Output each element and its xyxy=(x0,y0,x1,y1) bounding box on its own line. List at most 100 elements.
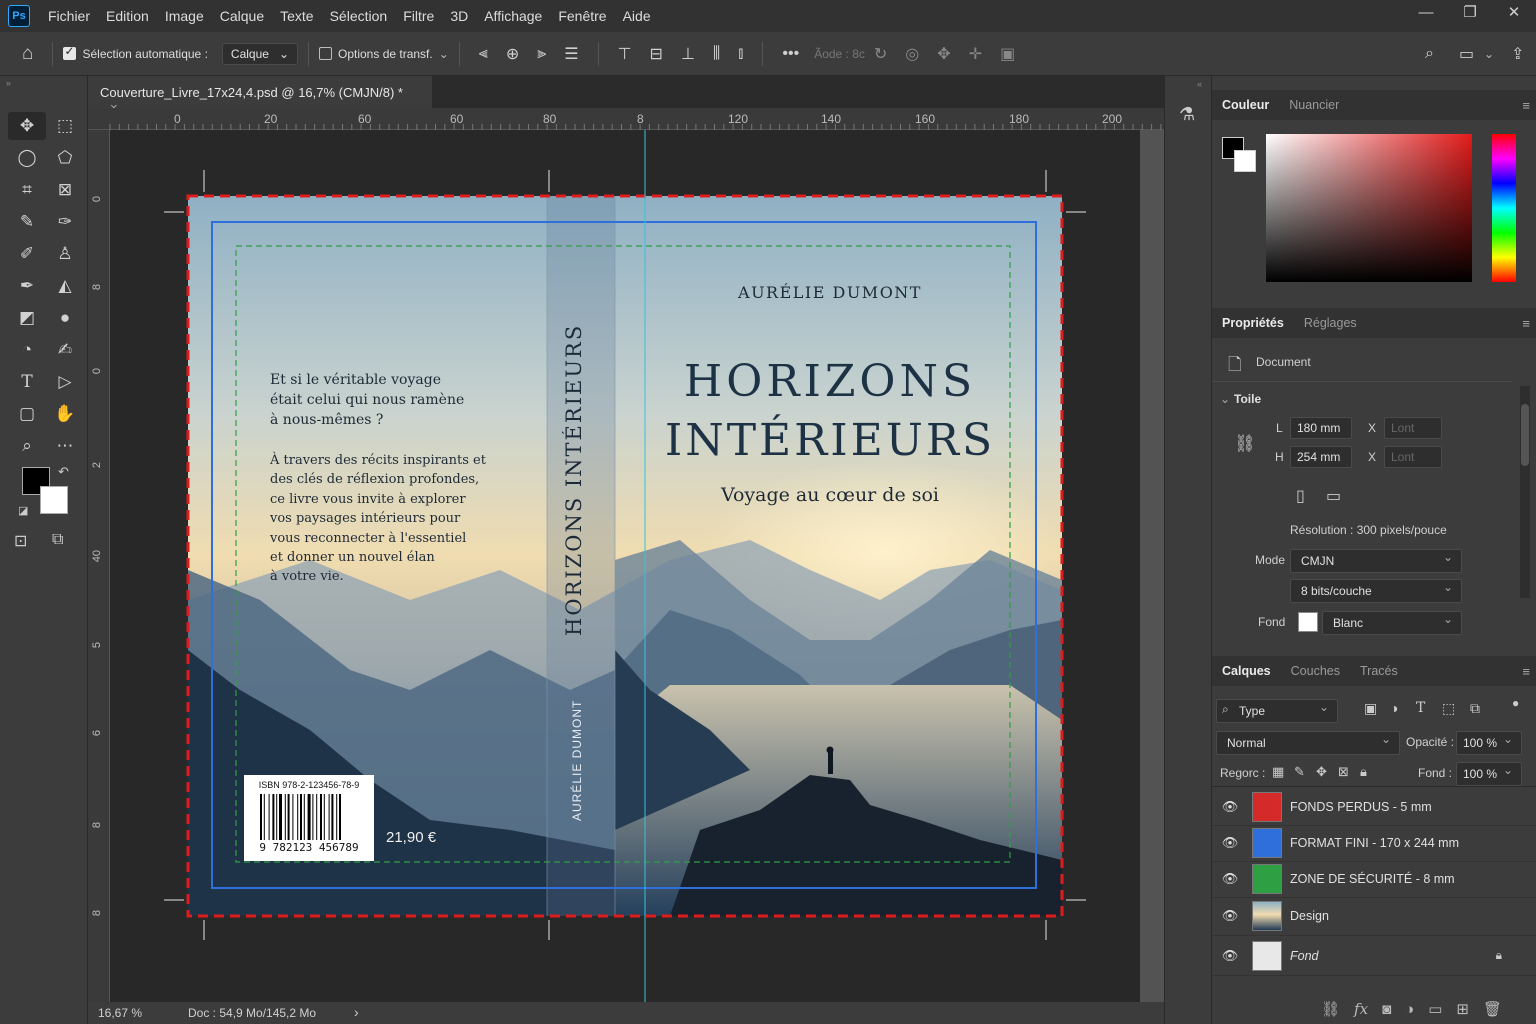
menu-calque[interactable]: Calque xyxy=(212,8,272,24)
align-left-icon[interactable]: ⫷ xyxy=(479,45,488,63)
auto-select-target-dropdown[interactable]: Calque ⌄ xyxy=(221,42,298,65)
tab-reglages[interactable]: Réglages xyxy=(1294,308,1367,338)
panel-menu-icon[interactable]: ≡ xyxy=(1522,664,1530,679)
lock-pixels-icon[interactable]: ✎ xyxy=(1294,764,1305,780)
delete-layer-icon[interactable]: 🗑︎ xyxy=(1483,1000,1502,1018)
ruler-vertical[interactable]: 0 8 0 2 40 5 6 8 8 xyxy=(88,130,110,1002)
3d-slide-icon[interactable]: ✛ xyxy=(969,44,982,64)
workspace-chevron-icon[interactable]: ⌄ xyxy=(1484,47,1494,61)
width-field[interactable]: 180 mm xyxy=(1290,417,1352,439)
visibility-eye-icon[interactable]: 👁︎ xyxy=(1212,908,1248,924)
3d-roll-icon[interactable]: ◎ xyxy=(905,44,919,64)
3d-pan-icon[interactable]: ✥ xyxy=(937,44,950,64)
menu-image[interactable]: Image xyxy=(157,8,212,24)
filter-shape-icon[interactable]: ⬚ xyxy=(1442,700,1455,717)
quick-mask-icon[interactable]: ⊡ xyxy=(14,531,27,551)
menu-3d[interactable]: 3D xyxy=(442,8,476,24)
stamp-tool-icon[interactable]: ♙ xyxy=(46,240,84,268)
menu-fenetre[interactable]: Fenêtre xyxy=(550,8,614,24)
marquee-tool-icon[interactable]: ⬚ xyxy=(46,112,84,140)
lock-position-icon[interactable]: ✥ xyxy=(1316,764,1327,780)
filter-type-icon[interactable]: T xyxy=(1416,700,1425,716)
fond-color-swatch[interactable] xyxy=(1298,612,1318,632)
minimize-button[interactable]: — xyxy=(1404,0,1448,28)
more-options-icon[interactable]: ••• xyxy=(782,45,799,63)
object-select-tool-icon[interactable]: ⬠ xyxy=(46,144,84,172)
transform-controls-checkbox[interactable] xyxy=(319,47,332,60)
visibility-eye-icon[interactable]: 👁︎ xyxy=(1212,835,1248,851)
distribute-spacing-icon[interactable]: ⫾ xyxy=(738,45,743,63)
layer-row[interactable]: 👁︎ ZONE DE SÉCURITÉ - 8 mm xyxy=(1212,860,1536,898)
3d-orbit-icon[interactable]: ↻ xyxy=(874,44,887,64)
lock-transparency-icon[interactable]: ▦ xyxy=(1272,764,1284,780)
menu-filtre[interactable]: Filtre xyxy=(395,8,442,24)
mode-select[interactable]: CMJN xyxy=(1290,549,1462,573)
toile-section-title[interactable]: Toile xyxy=(1234,392,1261,406)
layer-name[interactable]: FORMAT FINI - 170 x 244 mm xyxy=(1290,836,1459,850)
layer-row[interactable]: 👁︎ Design xyxy=(1212,896,1536,936)
ruler-horizontal[interactable]: 0 20 60 60 80 8 120 140 160 180 200 xyxy=(88,108,1164,130)
pen-tool-icon[interactable]: ✍ xyxy=(46,336,84,364)
hue-slider[interactable] xyxy=(1492,134,1516,282)
filter-adjustment-icon[interactable]: ◑ xyxy=(1390,700,1398,716)
screen-mode-icon[interactable]: ⧉ xyxy=(52,531,63,549)
fond-select[interactable]: Blanc xyxy=(1322,611,1462,635)
filter-toggle-icon[interactable]: ● xyxy=(1512,696,1519,710)
new-layer-icon[interactable]: ⊞ xyxy=(1456,1000,1469,1018)
distribute-icon[interactable]: ☰ xyxy=(564,44,578,64)
close-button[interactable]: ✕ xyxy=(1492,0,1536,28)
blur-tool-icon[interactable]: ● xyxy=(46,304,84,332)
expand-panels-icon[interactable]: « xyxy=(1197,79,1202,89)
edit-toolbar-icon[interactable]: ⋯ xyxy=(46,432,84,460)
zoom-level[interactable]: 16,67 % xyxy=(98,1006,142,1020)
book-cover-canvas[interactable] xyxy=(110,130,1140,1002)
layer-row[interactable]: 👁︎ FORMAT FINI - 170 x 244 mm xyxy=(1212,824,1536,862)
layer-name[interactable]: Design xyxy=(1290,909,1329,923)
frame-tool-icon[interactable]: ⊠ xyxy=(46,176,84,204)
search-icon[interactable]: ⌕ xyxy=(1425,45,1434,63)
layer-name[interactable]: FONDS PERDUS - 5 mm xyxy=(1290,800,1432,814)
panel-menu-icon[interactable]: ≡ xyxy=(1522,98,1530,113)
transform-chevron-icon[interactable]: ⌄ xyxy=(439,47,449,61)
swap-colors-icon[interactable]: ↶ xyxy=(58,464,69,480)
menu-fichier[interactable]: Fichier xyxy=(40,8,98,24)
new-group-icon[interactable]: ▭ xyxy=(1428,1000,1442,1018)
rectangle-tool-icon[interactable]: ▢ xyxy=(8,400,46,428)
distribute-vertical-icon[interactable]: ⫼ xyxy=(713,45,720,63)
share-icon[interactable]: ⇪ xyxy=(1511,44,1524,64)
menu-aide[interactable]: Aide xyxy=(615,8,659,24)
history-brush-tool-icon[interactable]: ✒ xyxy=(8,272,46,300)
layer-name[interactable]: ZONE DE SÉCURITÉ - 8 mm xyxy=(1290,872,1455,886)
menu-selection[interactable]: Sélection xyxy=(322,8,396,24)
move-tool-icon[interactable]: ✥ xyxy=(8,112,46,140)
align-right-icon[interactable]: ⫸ xyxy=(537,45,546,63)
document-tab[interactable]: Couverture_Livre_17x24,4.psd @ 16,7% (CM… xyxy=(88,76,432,115)
lock-artboard-icon[interactable]: ⊠ xyxy=(1338,764,1349,780)
filter-smart-object-icon[interactable]: ⧉ xyxy=(1470,700,1480,717)
crop-tool-icon[interactable]: ⌗ xyxy=(8,176,46,204)
collapse-icon[interactable]: » xyxy=(6,78,11,88)
align-top-icon[interactable]: ⊤ xyxy=(618,44,632,64)
y-field[interactable]: Lont xyxy=(1384,446,1442,468)
x-field[interactable]: Lont xyxy=(1384,417,1442,439)
landscape-orientation-icon[interactable]: ▭ xyxy=(1326,486,1341,506)
align-center-icon[interactable]: ⊕ xyxy=(506,44,519,64)
auto-select-checkbox[interactable] xyxy=(63,44,77,60)
eraser-tool-icon[interactable]: ◭ xyxy=(46,272,84,300)
color-picker-field[interactable] xyxy=(1266,134,1472,282)
menu-affichage[interactable]: Affichage xyxy=(476,8,550,24)
align-middle-icon[interactable]: ⊟ xyxy=(650,44,663,64)
layer-row[interactable]: 👁︎ FONDS PERDUS - 5 mm xyxy=(1212,788,1536,826)
opacity-field[interactable]: 100 % xyxy=(1456,731,1522,755)
tab-nuancier[interactable]: Nuancier xyxy=(1279,90,1349,120)
visibility-eye-icon[interactable]: 👁︎ xyxy=(1212,948,1248,964)
hand-tool-icon[interactable]: ✋ xyxy=(46,400,84,428)
background-color-swatch[interactable] xyxy=(40,486,68,514)
eyedropper-tool-icon[interactable]: ✎ xyxy=(8,208,46,236)
visibility-eye-icon[interactable]: 👁︎ xyxy=(1212,799,1248,815)
new-adjustment-icon[interactable]: ◑ xyxy=(1405,1001,1414,1018)
home-icon[interactable]: ⌂ xyxy=(22,43,33,65)
color-sampler-tool-icon[interactable]: ✑ xyxy=(46,208,84,236)
layer-row[interactable]: 👁︎ Fond 🔒︎ xyxy=(1212,936,1536,976)
lasso-tool-icon[interactable]: ◯ xyxy=(8,144,46,172)
